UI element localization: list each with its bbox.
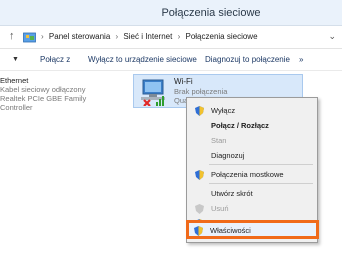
wifi-name: Wi-Fi [174,77,193,86]
breadcrumb-control-panel[interactable]: Panel sterowania [49,32,110,41]
menu-label: Utwórz skrót [211,189,253,198]
wifi-status: Brak połączenia [174,87,228,96]
command-bar: ▼ Połącz z Wyłącz to urządzenie sieciowe… [0,49,342,71]
menu-label: Usuń [211,204,229,213]
menu-label: Połączenia mostkowe [211,170,284,179]
menu-label: Diagnozuj [211,151,245,160]
menu-item-delete[interactable]: Usuń [187,201,317,216]
menu-label: Wyłącz [211,106,236,115]
address-bar[interactable]: ↑ › Panel sterowania › Sieć i Internet ›… [0,26,342,49]
chevron-down-icon[interactable]: ⌄ [328,31,336,42]
shield-icon [195,170,204,180]
menu-item-disable[interactable]: Wyłącz [187,103,317,118]
breadcrumb-network-internet[interactable]: Sieć i Internet [123,32,172,41]
ethernet-adapter[interactable]: Ethernet Kabel sieciowy odłączony Realte… [0,76,120,112]
menu-label: Połącz / Rozłącz [211,121,269,130]
menu-item-connect-disconnect[interactable]: Połącz / Rozłącz [187,118,317,133]
menu-label: Stan [211,136,227,145]
up-arrow-icon[interactable]: ↑ [9,30,15,42]
connect-to-button[interactable]: Połącz z [40,55,70,64]
shield-icon [195,106,204,116]
menu-item-diagnose[interactable]: Diagnozuj [187,148,317,163]
title-bar: Połączenia sieciowe [0,0,342,26]
ethernet-device: Realtek PCIe GBE Family Controller [0,94,87,112]
organize-dropdown-icon[interactable]: ▼ [12,56,19,63]
menu-separator [209,164,313,165]
diagnose-button[interactable]: Diagnozuj to połączenie [205,55,290,64]
more-commands-button[interactable]: » [299,55,303,64]
disable-device-button[interactable]: Wyłącz to urządzenie sieciowe [88,55,197,64]
wifi-adapter-icon [141,79,165,106]
menu-separator [209,183,313,184]
breadcrumb-network-connections[interactable]: Połączenia sieciowe [185,32,257,41]
window-title: Połączenia sieciowe [161,7,261,19]
properties-highlight-frame [186,220,319,239]
menu-item-bridge[interactable]: Połączenia mostkowe [187,167,317,182]
menu-item-create-shortcut[interactable]: Utwórz skrót [187,186,317,201]
control-panel-icon [23,32,36,43]
ethernet-name: Ethernet [0,76,29,85]
ethernet-status: Kabel sieciowy odłączony [0,85,86,94]
shield-icon [195,204,204,214]
breadcrumb: › Panel sterowania › Sieć i Internet › P… [41,32,258,41]
menu-item-status[interactable]: Stan [187,133,317,148]
